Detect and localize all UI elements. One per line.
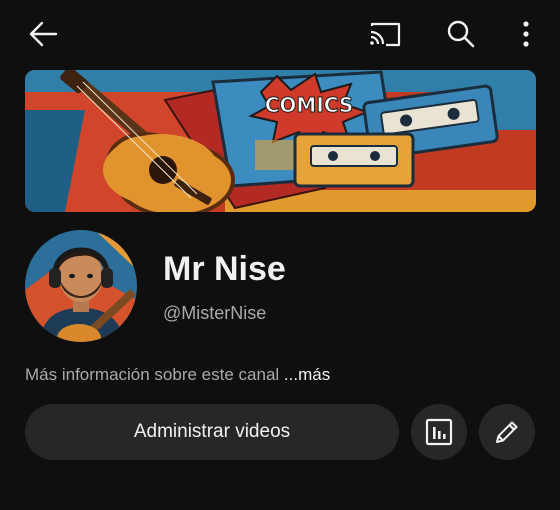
comics-title: COMICS <box>265 93 353 117</box>
cast-button[interactable] <box>360 12 410 56</box>
analytics-button[interactable] <box>411 404 467 460</box>
about-more-link[interactable]: ...más <box>284 365 330 384</box>
banner-artwork: COMICS <box>25 70 536 212</box>
search-button[interactable] <box>436 12 486 56</box>
back-button[interactable] <box>18 12 68 56</box>
channel-about-link[interactable]: Más información sobre este canal ...más <box>25 365 330 385</box>
analytics-icon <box>425 418 453 446</box>
pencil-icon <box>496 421 518 443</box>
manage-videos-button[interactable]: Administrar videos <box>25 404 399 460</box>
about-text: Más información sobre este canal <box>25 365 280 384</box>
avatar-illustration <box>25 230 137 342</box>
top-app-bar <box>0 0 560 64</box>
channel-banner[interactable]: COMICS <box>25 70 536 212</box>
channel-name: Mr Nise <box>163 250 286 288</box>
channel-handle: @MisterNise <box>163 303 267 323</box>
arrow-back-icon <box>29 21 58 47</box>
more-vert-icon <box>523 21 529 47</box>
manage-videos-label: Administrar videos <box>133 421 291 442</box>
cast-icon <box>370 22 401 47</box>
channel-avatar[interactable] <box>25 230 137 342</box>
edit-channel-button[interactable] <box>479 404 535 460</box>
search-icon <box>447 20 475 48</box>
more-options-button[interactable] <box>504 12 548 56</box>
